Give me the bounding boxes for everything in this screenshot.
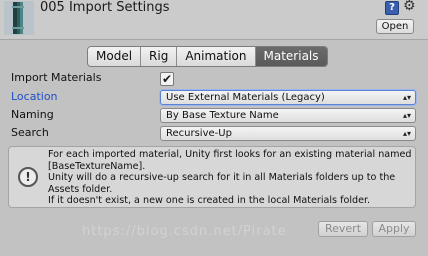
tab-animation[interactable]: Animation — [177, 47, 256, 66]
dropdown-arrows-icon: ▴▾ — [402, 111, 411, 120]
open-button[interactable]: Open — [376, 19, 414, 34]
help-icon[interactable]: ? — [385, 1, 399, 15]
search-label: Search — [11, 126, 49, 139]
checkmark-icon: ✔ — [161, 72, 173, 86]
tab-rig[interactable]: Rig — [141, 47, 178, 66]
import-materials-label: Import Materials — [11, 71, 102, 84]
location-value: Use External Materials (Legacy) — [166, 92, 325, 103]
info-text: For each imported material, Unity first … — [48, 149, 412, 207]
revert-button[interactable]: Revert — [318, 221, 368, 237]
inspector-header: 005 Import Settings ? ⚙ Open — [0, 0, 428, 40]
dropdown-arrows-icon: ▴▾ — [402, 129, 411, 138]
naming-value: By Base Texture Name — [166, 110, 279, 121]
location-label: Location — [11, 90, 58, 103]
search-dropdown[interactable]: Recursive-Up ▴▾ — [160, 126, 416, 141]
tab-model[interactable]: Model — [88, 47, 142, 66]
naming-label: Naming — [11, 108, 54, 121]
dropdown-arrows-icon: ▴▾ — [402, 93, 411, 102]
info-icon: ! — [18, 167, 38, 187]
apply-button[interactable]: Apply — [372, 221, 416, 237]
import-settings-tabs: Model Rig Animation Materials — [87, 46, 328, 67]
location-dropdown[interactable]: Use External Materials (Legacy) ▴▾ — [160, 90, 416, 105]
watermark: https://blog.csdn.net/Pirate — [82, 224, 287, 239]
page-title: 005 Import Settings — [40, 0, 170, 15]
naming-dropdown[interactable]: By Base Texture Name ▴▾ — [160, 108, 416, 123]
search-value: Recursive-Up — [166, 128, 232, 139]
tab-materials[interactable]: Materials — [255, 47, 327, 66]
info-box: ! For each imported material, Unity firs… — [8, 146, 416, 208]
gear-icon[interactable]: ⚙ — [403, 0, 416, 14]
import-materials-checkbox[interactable]: ✔ — [160, 72, 174, 86]
model-asset-icon — [4, 1, 34, 35]
